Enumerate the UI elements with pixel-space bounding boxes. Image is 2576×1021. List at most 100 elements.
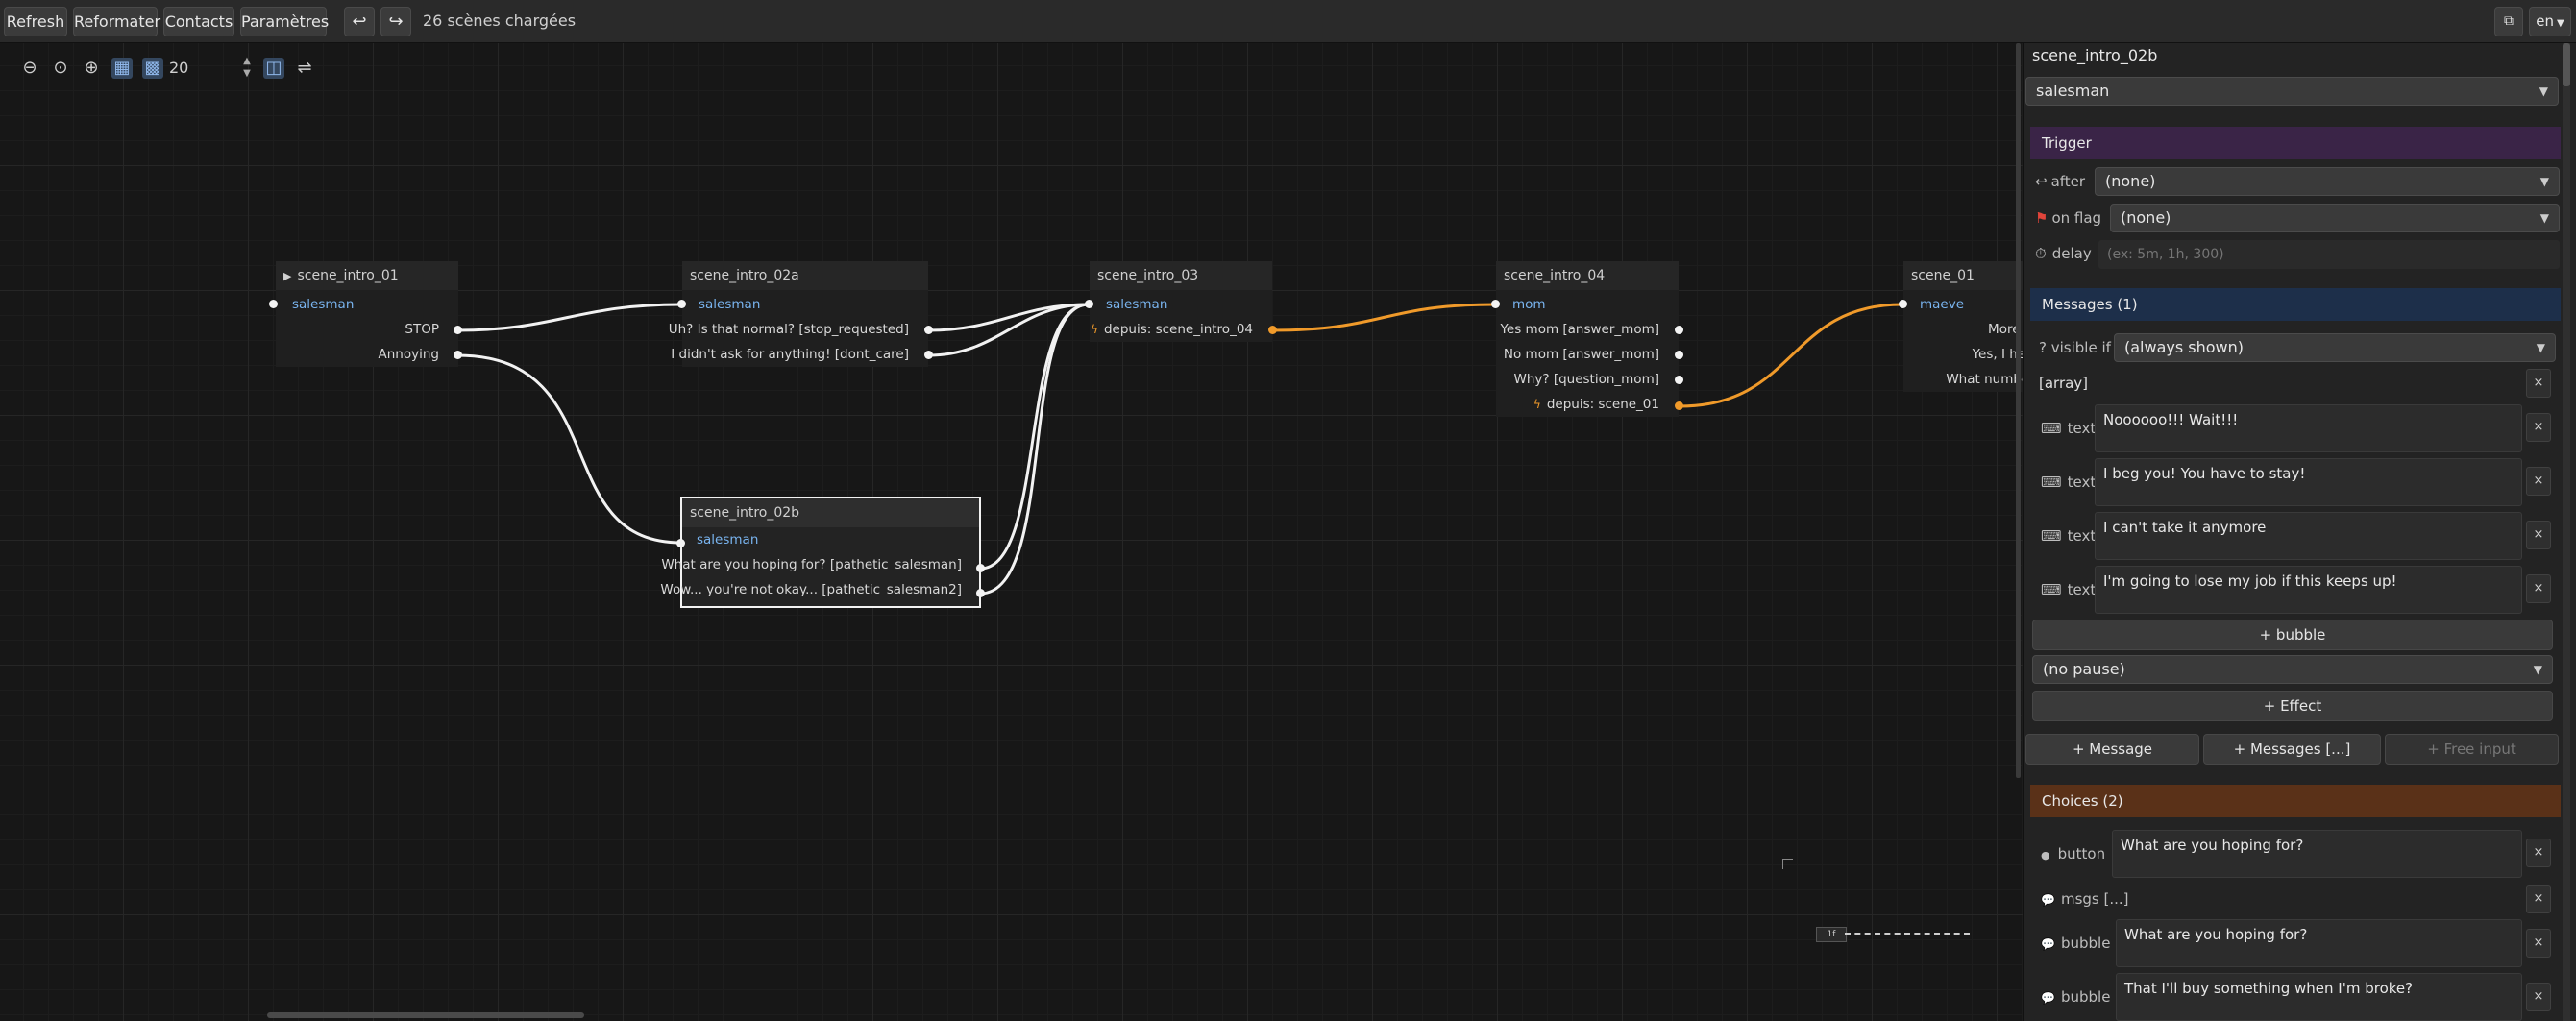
node-choice: What number is th <box>1946 372 2023 387</box>
input-port[interactable] <box>1491 300 1500 308</box>
output-port[interactable] <box>454 326 462 334</box>
on-flag-select[interactable]: (none) ▼ <box>2110 204 2560 232</box>
output-port[interactable] <box>976 564 985 572</box>
remove-msgs-button[interactable]: × <box>2526 885 2551 913</box>
panel-scrollbar-thumb[interactable] <box>2563 43 2570 86</box>
chevron-down-icon: ▼ <box>2539 85 2548 98</box>
vertical-scrollbar[interactable] <box>2016 43 2021 778</box>
bubble-text-input[interactable]: That I'll buy something when I'm broke? <box>2116 973 2522 1021</box>
input-port[interactable] <box>1899 300 1907 308</box>
connection-wire <box>1679 303 1903 408</box>
hidden-connection <box>1845 933 1970 935</box>
input-port[interactable] <box>1085 300 1093 308</box>
refresh-button[interactable]: Refresh <box>4 7 67 36</box>
output-port[interactable] <box>1675 326 1683 334</box>
node-title: scene_intro_02a <box>682 261 928 290</box>
scene-node[interactable]: scene_01 maeve More spam? Yes, I hear yo… <box>1903 261 2023 392</box>
bubble-label: 💬 bubble <box>2041 988 2111 1006</box>
chat-bubble-icon: 💬 <box>2041 937 2055 951</box>
chevron-down-icon: ▼ <box>2533 663 2542 676</box>
keyboard-icon: ⌨ <box>2041 527 2062 545</box>
output-port[interactable] <box>1675 351 1683 359</box>
trigger-section-header: Trigger <box>2030 127 2561 159</box>
pause-value: (no pause) <box>2043 660 2125 678</box>
on-flag-value: (none) <box>2121 208 2171 227</box>
reformat-button[interactable]: Reformater <box>73 7 160 36</box>
speaker-value: salesman <box>2036 82 2110 100</box>
settings-button[interactable]: Paramètres <box>240 7 329 36</box>
message-text-input[interactable]: I can't take it anymore <box>2095 512 2522 560</box>
output-port[interactable] <box>924 326 933 334</box>
add-bubble-button[interactable]: + bubble <box>2032 620 2553 650</box>
node-choice: Uh? Is that normal? [stop_requested] <box>668 322 909 337</box>
msgs-label: 💬 msgs [...] <box>2041 890 2129 908</box>
horizontal-scrollbar[interactable] <box>267 1012 584 1018</box>
scene-node[interactable]: ▶ scene_intro_01 salesman STOP Annoying <box>276 261 458 367</box>
redo-icon[interactable]: ↪ <box>380 7 411 36</box>
pause-select[interactable]: (no pause) ▼ <box>2032 655 2553 684</box>
dot-icon: ● <box>2041 849 2050 862</box>
scene-node[interactable]: scene_intro_02a salesman Uh? Is that nor… <box>669 261 928 367</box>
node-depuis: ϟ depuis: scene_01 <box>1533 392 1659 417</box>
input-port[interactable] <box>677 300 686 308</box>
remove-bubble-button[interactable]: × <box>2526 929 2551 958</box>
connection-wire <box>456 303 682 332</box>
visible-if-select[interactable]: (always shown) ▼ <box>2114 333 2556 362</box>
connection-wire <box>456 353 682 545</box>
node-speaker: salesman <box>292 297 355 312</box>
scene-node-selected[interactable]: scene_intro_02b salesman What are you ho… <box>660 497 981 608</box>
hidden-node-chip[interactable]: 1f <box>1816 927 1847 942</box>
message-text-input[interactable]: I'm going to lose my job if this keeps u… <box>2095 566 2522 614</box>
output-port[interactable] <box>976 589 985 597</box>
speaker-select[interactable]: salesman ▼ <box>2025 77 2559 106</box>
keyboard-icon: ⌨ <box>2041 581 2062 598</box>
input-port[interactable] <box>676 539 685 547</box>
node-title: scene_intro_03 <box>1090 261 1272 290</box>
add-message-button[interactable]: + Message <box>2025 734 2199 765</box>
node-speaker: maeve <box>1920 297 1965 312</box>
chat-bubble-icon: 💬 <box>2041 893 2055 907</box>
delay-label: ⏱ delay <box>2035 245 2092 262</box>
node-title: scene_intro_01 <box>297 268 399 283</box>
add-messages-button[interactable]: + Messages [...] <box>2203 734 2381 765</box>
message-text-input[interactable]: I beg you! You have to stay! <box>2095 458 2522 506</box>
delay-input[interactable] <box>2098 240 2560 269</box>
message-text-input[interactable]: Noooooo!!! Wait!!! <box>2095 404 2522 452</box>
remove-bubble-button[interactable]: × <box>2526 983 2551 1011</box>
add-free-input-button[interactable]: + Free input <box>2385 734 2559 765</box>
node-speaker: salesman <box>1106 297 1168 312</box>
node-choice: Wow... you're not okay... [pathetic_sale… <box>660 582 962 597</box>
remove-text-button[interactable]: × <box>2526 574 2551 603</box>
visible-if-value: (always shown) <box>2124 338 2245 356</box>
output-port[interactable] <box>1675 401 1683 410</box>
remove-text-button[interactable]: × <box>2526 413 2551 442</box>
contacts-button[interactable]: Contacts <box>163 7 234 36</box>
output-port[interactable] <box>1268 326 1277 334</box>
connection-wire <box>1271 303 1496 332</box>
scene-node[interactable]: scene_intro_03 salesman ϟ depuis: scene_i… <box>1090 261 1272 342</box>
node-speaker: salesman <box>699 297 761 312</box>
remove-text-button[interactable]: × <box>2526 467 2551 496</box>
input-port[interactable] <box>269 300 278 308</box>
remove-choice-button[interactable]: × <box>2526 839 2551 867</box>
bubble-text-input[interactable]: What are you hoping for? <box>2116 919 2522 967</box>
chat-bubble-icon: 💬 <box>2041 991 2055 1005</box>
panel-scrollbar-track[interactable] <box>2563 43 2570 1021</box>
status-text: 26 scènes chargées <box>423 12 577 30</box>
node-speaker: salesman <box>697 532 759 547</box>
add-effect-button[interactable]: + Effect <box>2032 691 2553 721</box>
remove-array-button[interactable]: × <box>2526 369 2551 398</box>
language-select[interactable]: en ▼ <box>2529 7 2571 36</box>
undo-icon[interactable]: ↩ <box>344 7 375 36</box>
choice-button-input[interactable]: What are you hoping for? <box>2112 830 2522 878</box>
popout-icon[interactable]: ⧉ <box>2494 7 2523 36</box>
connection-wire <box>979 303 1090 596</box>
output-port[interactable] <box>924 351 933 359</box>
remove-text-button[interactable]: × <box>2526 521 2551 549</box>
after-select[interactable]: (none) ▼ <box>2095 167 2560 196</box>
graph-canvas[interactable]: ⊖ ⊙ ⊕ ▦ ▩ 20 ▲ ▼ ◫ ⇌ ▶ scene_intro_01 sale… <box>0 43 2023 1021</box>
scene-node[interactable]: scene_intro_04 mom Yes mom [answer_mom] … <box>1496 261 1679 417</box>
output-port[interactable] <box>1675 376 1683 384</box>
output-port[interactable] <box>454 351 462 359</box>
node-choice: Yes mom [answer_mom] <box>1500 322 1659 337</box>
